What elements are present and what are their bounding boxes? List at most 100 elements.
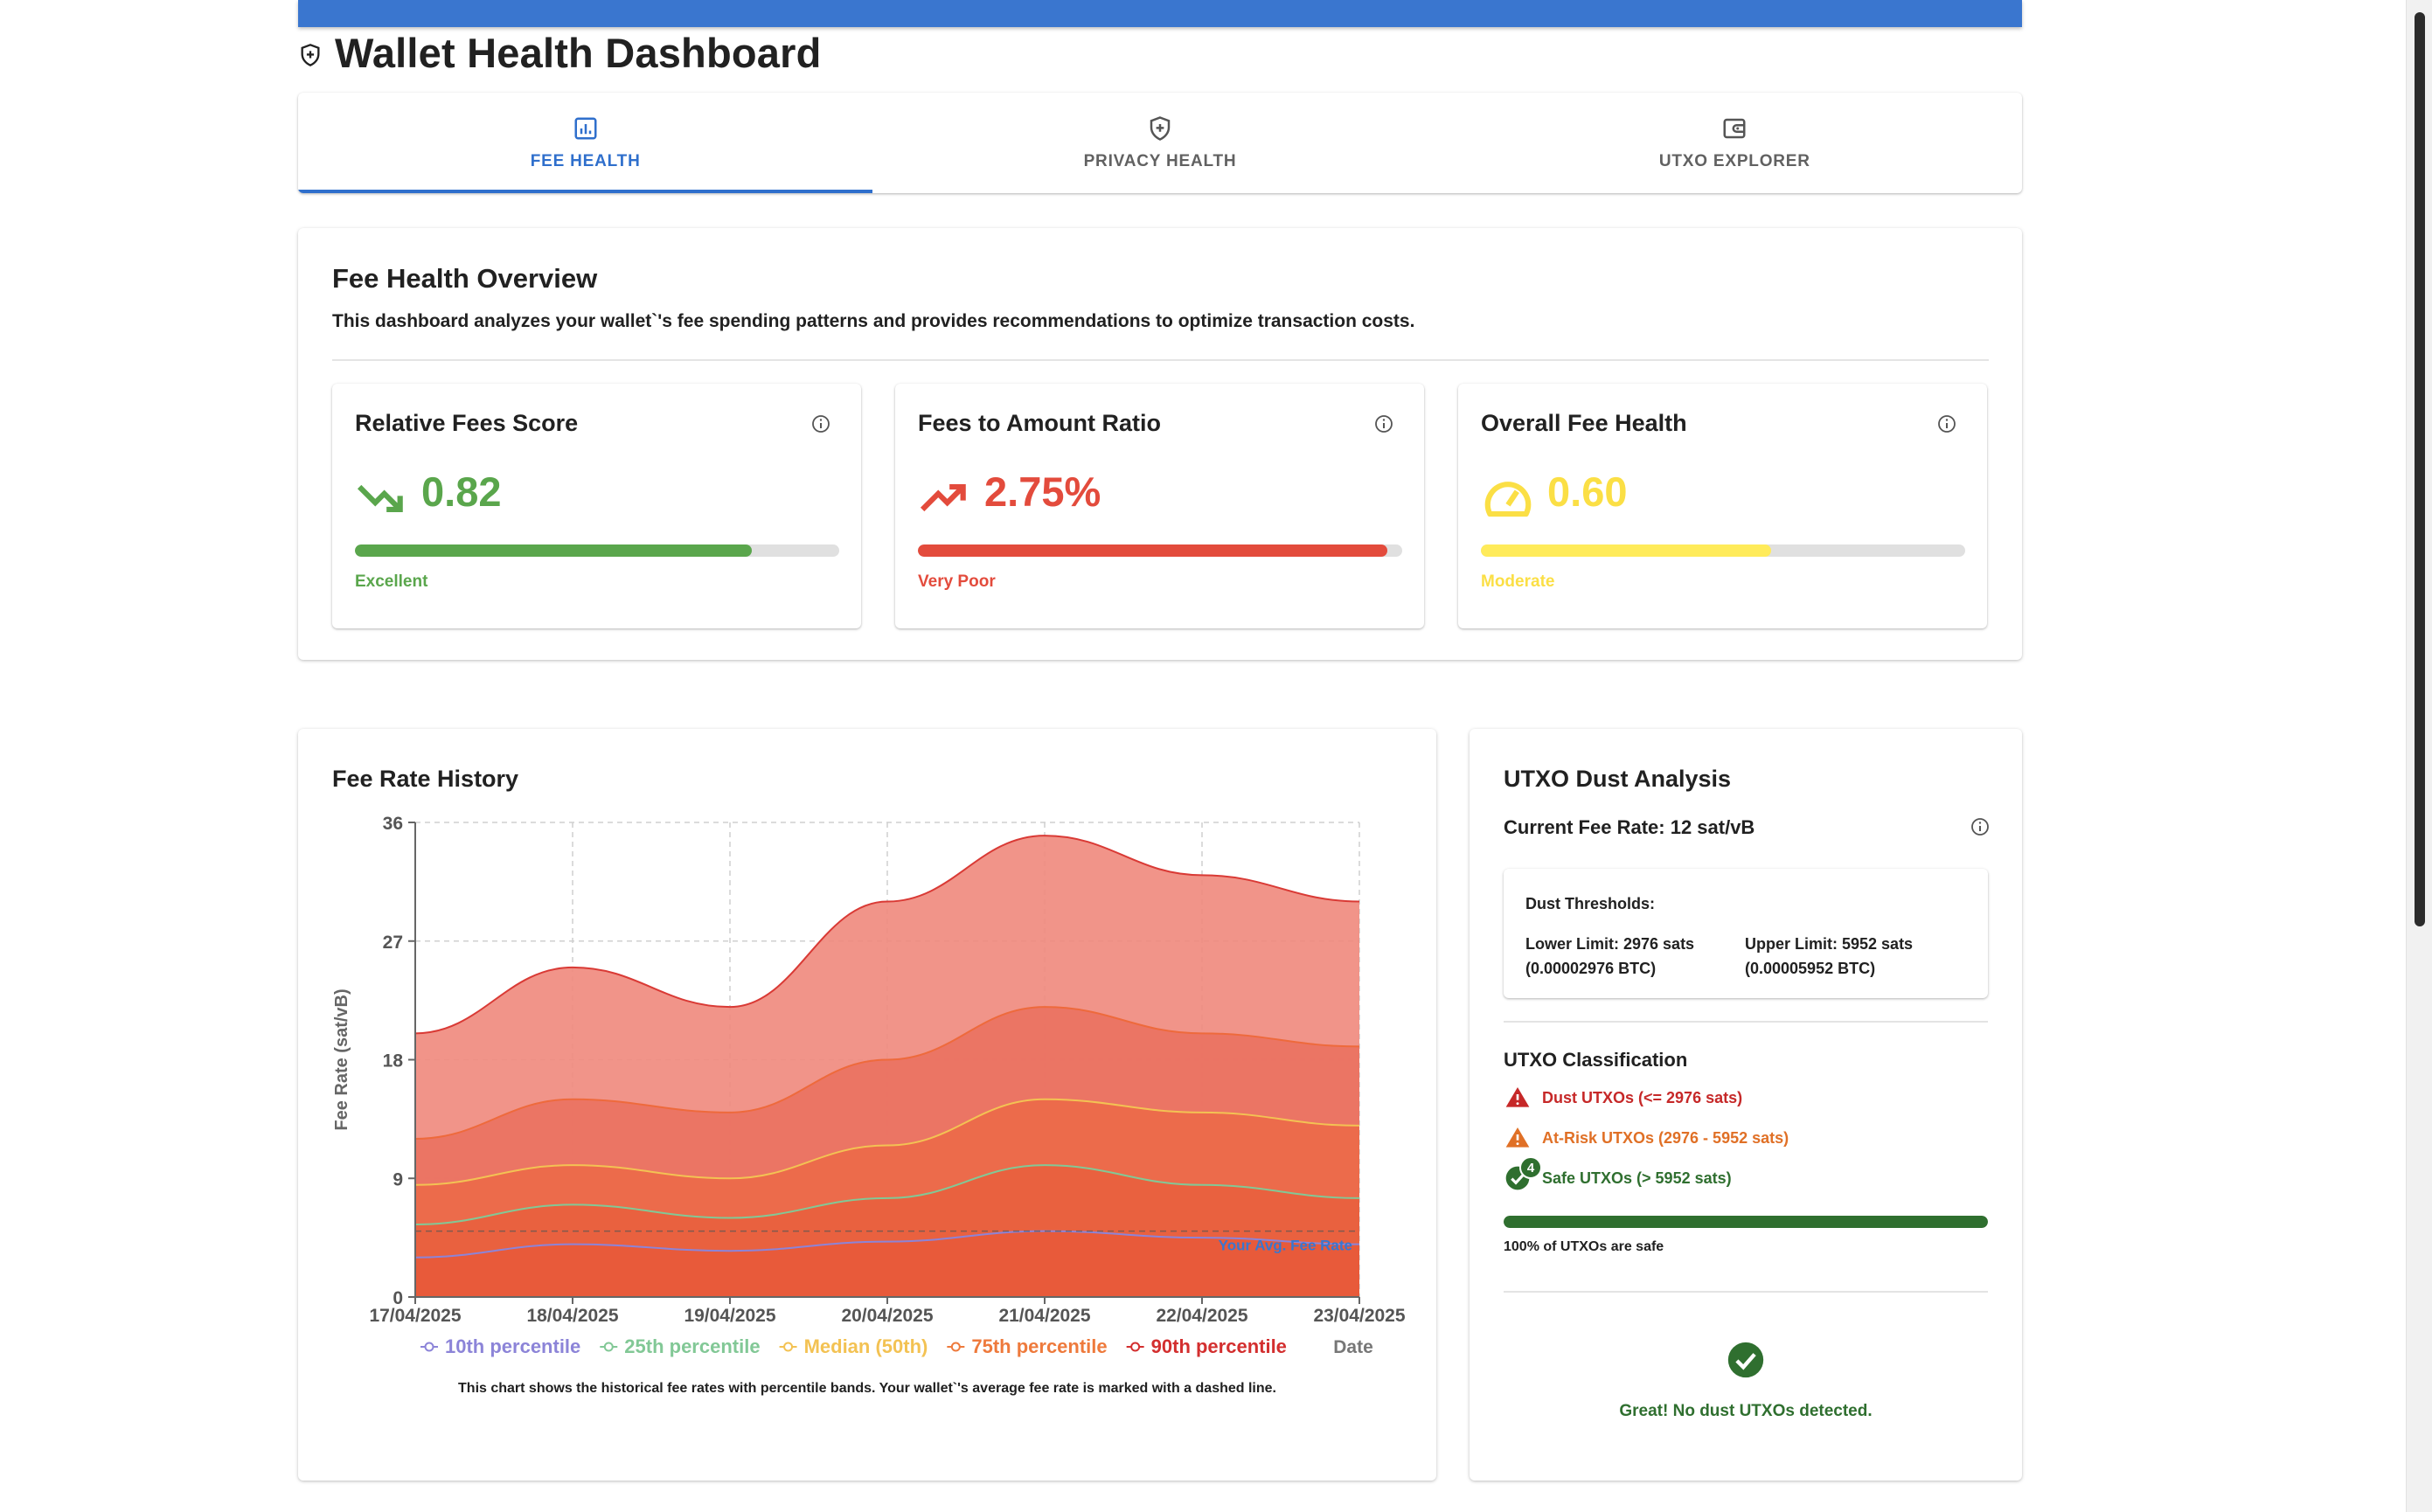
wallet-icon [1723,118,1746,138]
thresholds-heading: Dust Thresholds: [1525,895,1656,912]
metric-value: 2.75% [984,468,1101,515]
y-tick-label: 36 [383,814,403,834]
upper-limit-btc: (0.00005952 BTC) [1745,960,1876,977]
legend-label: Median (50th) [804,1335,928,1357]
x-tick-label: 20/04/2025 [841,1306,933,1326]
legend-item: 10th percentile [420,1335,580,1357]
divider [1504,1291,1988,1293]
page-title: Wallet Health Dashboard [335,29,822,76]
app-bar [298,0,2022,27]
trending-down-icon [357,484,403,513]
upper-limit-sats: Upper Limit: 5952 sats [1745,935,1914,953]
lower-limit-sats: Lower Limit: 2976 sats [1525,935,1695,953]
tab-label: FEE HEALTH [530,151,641,170]
legend-label: 25th percentile [624,1335,760,1357]
dust-thresholds-card: Dust Thresholds: Lower Limit: 2976 sats … [1504,869,1988,998]
dust-utxos-row: Dust UTXOs (<= 2976 sats) [1504,1084,1742,1112]
legend-marker [603,1342,614,1352]
bar-chart-icon [574,117,597,139]
x-tick-label: 21/04/2025 [998,1306,1090,1326]
at-risk-utxos-row: At-Risk UTXOs (2976 - 5952 sats) [1504,1124,1789,1152]
shield-plus-icon [1150,115,1171,141]
lower-limit: Lower Limit: 2976 sats (0.00002976 BTC) [1525,932,1694,981]
progress-bar [918,544,1402,557]
legend-item: 75th percentile [947,1335,1108,1357]
tab-utxo-explorer[interactable]: UTXO EXPLORER [1448,93,2022,193]
legend-marker [424,1342,434,1352]
metric-card-fees-ratio: Fees to Amount Ratio 2.75% Very Poor [895,384,1424,628]
info-icon[interactable] [1970,816,1991,837]
page-header: Wallet Health Dashboard [298,26,822,79]
scrollbar[interactable] [2406,0,2432,1512]
warning-icon [1505,1087,1530,1107]
metric-card-overall-health: Overall Fee Health 0.60 Moderate [1458,384,1987,628]
x-tick-label: 22/04/2025 [1156,1306,1247,1326]
chart-legend: 10th percentile 25th percentile Median (50… [420,1335,1287,1357]
safe-utxos-label: Safe UTXOs (> 5952 sats) [1542,1169,1732,1187]
warning-icon [1505,1127,1530,1148]
legend-label: 75th percentile [971,1335,1107,1357]
progress-bar [1481,544,1965,557]
legend-marker [1130,1342,1141,1352]
no-dust-message: Great! No dust UTXOs detected. [1619,1402,1873,1420]
x-tick-label: 19/04/2025 [684,1306,775,1326]
metric-title: Fees to Amount Ratio [918,410,1162,436]
y-tick-label: 27 [383,933,403,953]
legend-label: 90th percentile [1151,1335,1287,1357]
legend-item: Median (50th) [779,1335,928,1357]
current-fee-rate: Current Fee Rate: 12 sat/vB [1504,816,1755,838]
progress-fill [1481,544,1772,557]
tab-label: PRIVACY HEALTH [1083,151,1237,170]
safe-icon-wrap: 4 [1504,1156,1542,1192]
lower-limit-btc: (0.00002976 BTC) [1525,960,1657,977]
progress-fill [355,544,753,557]
metric-title: Overall Fee Health [1481,410,1687,436]
scrollbar-thumb[interactable] [2415,12,2425,926]
safe-caption: 100% of UTXOs are safe [1504,1239,1664,1254]
tab-fee-health[interactable]: FEE HEALTH [298,93,873,193]
metric-rating: Very Poor [918,572,996,591]
at-risk-utxos-label: At-Risk UTXOs (2976 - 5952 sats) [1542,1128,1789,1147]
safe-utxos-row: 4 Safe UTXOs (> 5952 sats) [1504,1156,1732,1192]
tab-label: UTXO EXPLORER [1658,151,1810,170]
section-title: Fee Health Overview [332,263,598,294]
speedometer-icon [1484,482,1532,517]
divider [332,359,1989,361]
x-tick-label: 17/04/2025 [369,1306,461,1326]
info-icon[interactable] [1373,413,1394,434]
legend-marker [783,1342,794,1352]
avg-fee-rate-label: Your Avg. Fee Rate [1219,1238,1352,1254]
info-icon[interactable] [810,413,831,434]
safe-count-badge: 4 [1519,1156,1542,1179]
x-tick-label: 23/04/2025 [1313,1306,1405,1326]
classification-title: UTXO Classification [1504,1049,1688,1071]
legend-item: 90th percentile [1126,1335,1287,1357]
section-description: This dashboard analyzes your wallet`'s f… [332,311,1415,331]
metric-title: Relative Fees Score [355,410,579,436]
chart-note: This chart shows the historical fee rate… [458,1381,1276,1396]
upper-limit: Upper Limit: 5952 sats (0.00005952 BTC) [1745,932,1913,981]
legend-item: 25th percentile [600,1335,761,1357]
x-axis-label: Date [1333,1337,1373,1357]
progress-fill [918,544,1388,557]
section-title: UTXO Dust Analysis [1504,766,1732,792]
dust-utxos-label: Dust UTXOs (<= 2976 sats) [1542,1088,1743,1106]
y-tick-label: 18 [383,1051,404,1072]
y-axis-label: Fee Rate (sat/vB) [332,988,351,1130]
info-icon[interactable] [1936,413,1957,434]
progress-bar [355,544,839,557]
safe-progress-fill [1504,1216,1988,1228]
fee-rate-chart: Your Avg. Fee Rate0918273617/04/2025 18/0… [332,814,1406,1357]
utxo-dust-panel: UTXO Dust Analysis Current Fee Rate: 12 … [1470,729,2022,1481]
legend-label: 10th percentile [445,1335,580,1357]
trending-up-icon [920,483,966,512]
safe-progress-bar [1504,1216,1988,1228]
metric-rating: Excellent [355,572,428,591]
tab-bar: FEE HEALTH PRIVACY HEALTH UTXO EXPLORER [298,93,2022,193]
shield-plus-icon [301,44,320,66]
tab-privacy-health[interactable]: PRIVACY HEALTH [872,93,1447,193]
fee-health-overview: Fee Health Overview This dashboard analy… [298,228,2022,660]
legend-marker [950,1342,961,1352]
check-circle-icon [1727,1342,1764,1378]
metric-value: 0.82 [421,468,502,515]
